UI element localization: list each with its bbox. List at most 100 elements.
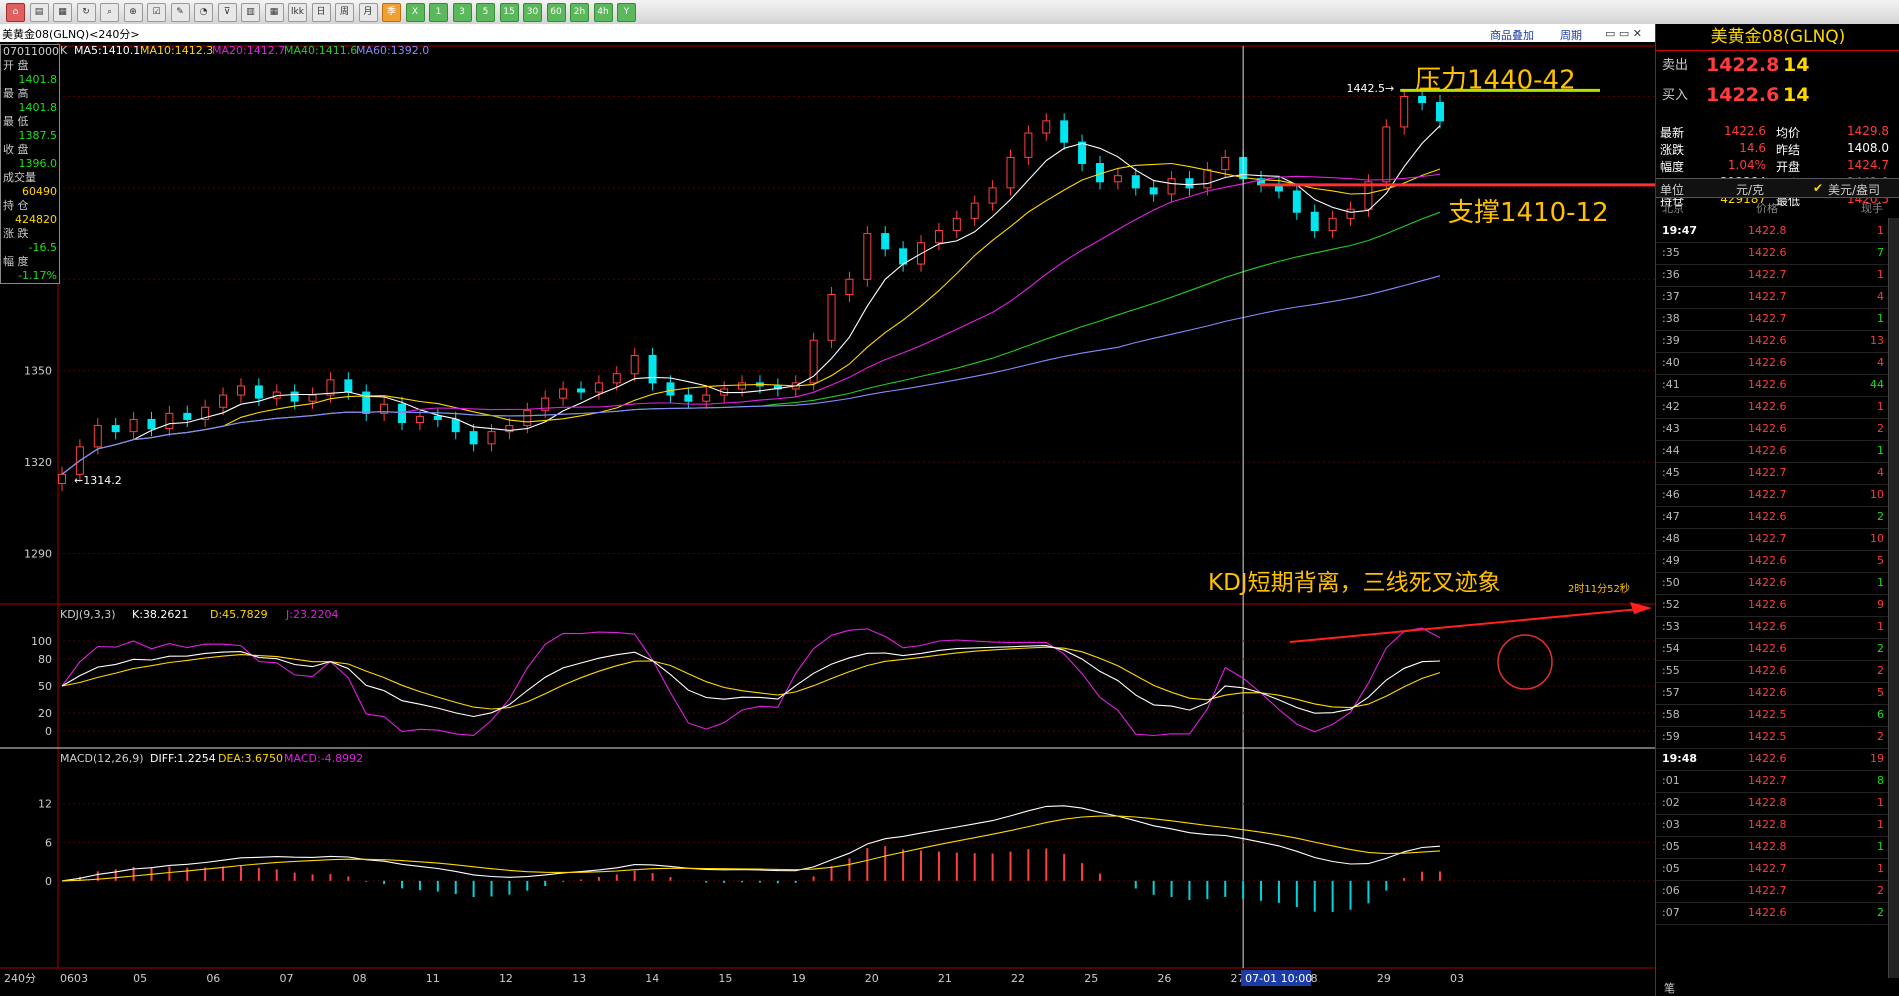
tick-qty: 1 [1877,224,1884,237]
x-tick: 20 [865,972,879,985]
x-tick: 03 [1450,972,1464,985]
toolbar: ⌂ ▤ ▦ ↻ ⌕ ⊕ ☑ ✎ ◔ ⊽ ▥ ▦ lkk 日周月季 X 1 3 5 15 30 60 2h 4h Y [0,0,1899,25]
unit-value-2[interactable]: 美元/盎司 [1828,181,1880,198]
tick-price: 1422.6 [1748,400,1787,413]
candle-body [559,388,568,399]
refresh-icon[interactable]: ↻ [76,3,96,22]
tick-row: :58 1422.5 6 [1656,704,1888,727]
open-icon[interactable]: ▦ [53,3,72,22]
tick-scrollbar[interactable] [1888,218,1899,978]
lkk-icon[interactable]: lkk [288,3,307,22]
x-tick: 22 [1011,972,1025,985]
tick-time: :50 [1662,576,1680,589]
pen-icon[interactable]: ✎ [170,3,190,22]
tick-time: :54 [1662,642,1680,655]
x-icon[interactable]: X [405,3,425,22]
stat-label: 均价 [1776,126,1801,140]
list-icon[interactable]: ▥ [241,3,260,22]
info-oi-label: 持 仓 [3,199,29,212]
unit-check-icon[interactable]: ✔ [1813,181,1823,195]
candle-body [988,187,997,204]
main-chart[interactable]: K MA5:1410.1 MA10:1412.3MA20:1412.7MA40:14… [0,42,1655,996]
tick-time: :47 [1662,510,1680,523]
info-high-label: 最 高 [3,87,29,100]
macd-name: MACD(12,26,9) [60,752,144,765]
tick-qty: 1 [1877,576,1884,589]
macd-macd: MACD:-4.8992 [284,752,363,765]
footer-tab[interactable]: 笔 [1664,980,1675,996]
candle-body [1006,156,1015,189]
kdj-k: K:38.2621 [132,608,188,621]
day-icon[interactable]: 日 [311,3,331,22]
tick-price: 1422.7 [1748,862,1787,875]
x-tick: 14 [645,972,659,985]
one-min-icon[interactable]: 1 [429,3,448,22]
tick-qty: 19 [1870,752,1884,765]
candle-body [1185,178,1194,189]
tick-qty: 4 [1877,290,1884,303]
tick-row: :38 1422.7 1 [1656,308,1888,331]
tick-row: :05 1422.8 1 [1656,836,1888,859]
x-tick: 21 [938,972,952,985]
tick-qty: 1 [1877,444,1884,457]
tick-row: :55 1422.6 2 [1656,660,1888,683]
tick-price: 1422.6 [1748,334,1787,347]
unit-value[interactable]: 元/克 [1736,181,1764,198]
tick-price: 1422.6 [1748,906,1787,919]
tick-price: 1422.7 [1748,466,1787,479]
season-icon[interactable]: 季 [382,3,401,22]
search-icon[interactable]: ⌕ [100,3,119,22]
candle-body [487,431,496,445]
tick-row: :03 1422.8 1 [1656,814,1888,837]
thirty-min-icon[interactable]: 30 [523,3,542,22]
tick-qty: 5 [1877,554,1884,567]
stat-label: 最新 [1660,126,1685,140]
checklist-icon[interactable]: ☑ [147,3,166,22]
tick-time: :45 [1662,466,1680,479]
filter-icon[interactable]: ⊽ [217,3,237,22]
window-controls-icon[interactable]: ▭ ▭ ✕ [1605,27,1642,40]
x-tick: 08 [353,972,367,985]
stat-value: 14.6 [1739,141,1766,155]
unit-label: 单位 [1660,183,1685,197]
tick-qty: 2 [1877,884,1884,897]
tick-price: 1422.7 [1748,290,1787,303]
overlay-link[interactable]: 商品叠加 [1490,27,1534,43]
stat-label: 涨跌 [1660,143,1685,157]
tick-time: :07 [1662,906,1680,919]
chart-title: 美黄金08(GLNQ)<240分> [2,28,140,41]
sixty-min-icon[interactable]: 60 [546,3,566,22]
unit-row: 单位 元/克 ✔ 美元/盎司 [1656,178,1899,198]
buy-qty: 14 [1783,84,1810,106]
week-icon[interactable]: 周 [335,3,354,22]
four-h-icon[interactable]: 4h [593,3,613,22]
book-icon[interactable]: ▤ [29,3,49,22]
home-icon[interactable]: ⌂ [6,3,25,22]
buy-price: 1422.6 [1706,84,1780,106]
five-min-icon[interactable]: 5 [476,3,495,22]
kdj-tick: 80 [38,653,52,666]
three-min-icon[interactable]: 3 [452,3,472,22]
chart-icon[interactable]: ▦ [264,3,284,22]
period-link[interactable]: 周期 [1560,27,1582,43]
two-h-icon[interactable]: 2h [570,3,589,22]
sell-label: 卖出 [1662,58,1689,73]
month-icon[interactable]: 月 [358,3,378,22]
candle-body [111,425,120,433]
legend-ma10: MA10:1412.3 [140,44,213,57]
zoom-icon[interactable]: ⊕ [123,3,143,22]
tick-row: :43 1422.6 2 [1656,418,1888,441]
cursor-date: 07-01 10:00 [1245,972,1312,985]
price-tick: 1290 [24,548,52,561]
fifteen-min-icon[interactable]: 15 [499,3,519,22]
col-time: 北京 [1662,202,1684,215]
candle-body [1221,156,1230,171]
gauge-icon[interactable]: ◔ [194,3,213,22]
tick-row: :37 1422.7 4 [1656,286,1888,309]
tick-row: :54 1422.6 2 [1656,638,1888,661]
y-icon[interactable]: Y [617,3,636,22]
tick-qty: 4 [1877,356,1884,369]
tick-row: :45 1422.7 4 [1656,462,1888,485]
sell-qty: 14 [1783,54,1810,76]
tick-price: 1422.6 [1748,246,1787,259]
